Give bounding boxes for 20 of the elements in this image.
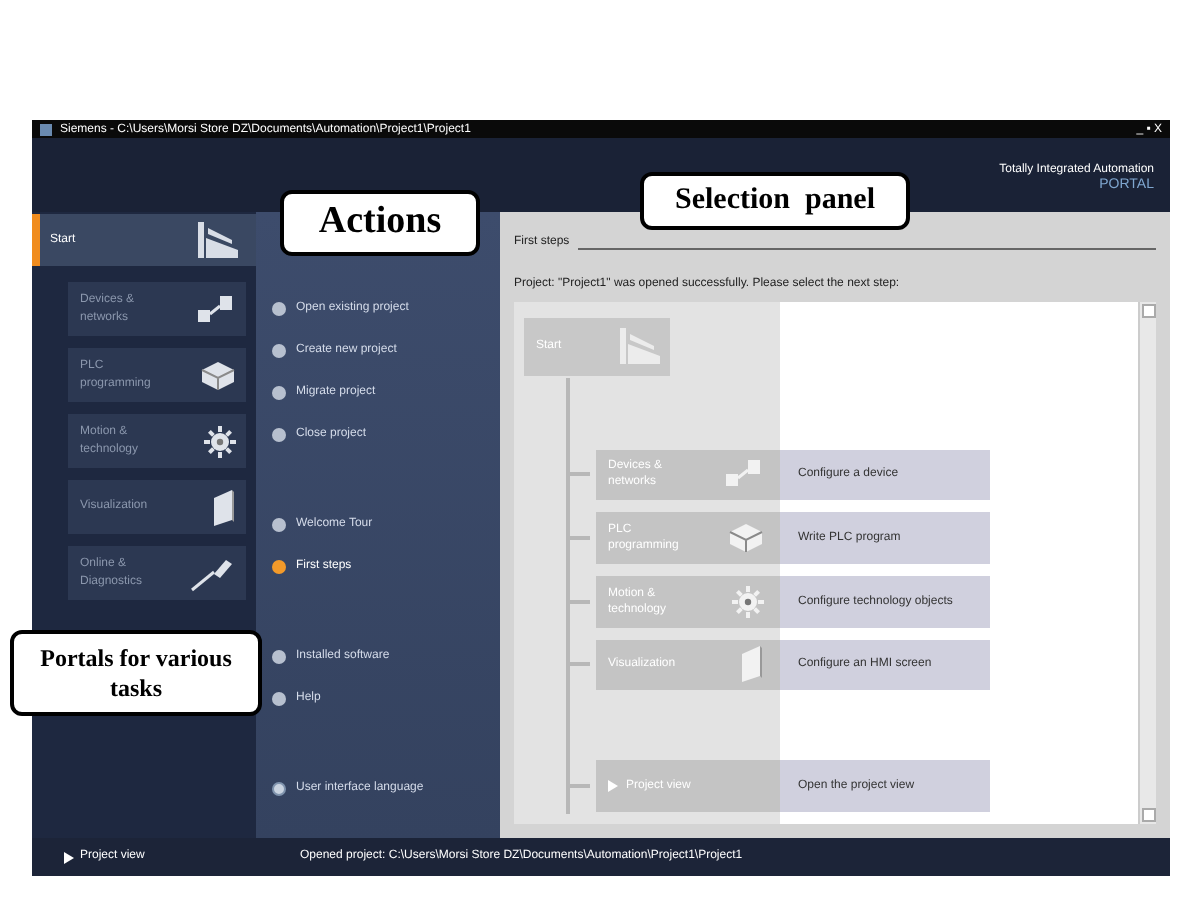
scrollbar[interactable] [1138, 302, 1156, 824]
scroll-down-icon[interactable] [1141, 808, 1155, 822]
scroll-up-icon[interactable] [1141, 304, 1155, 318]
callout-label: Actions [280, 190, 480, 256]
cube-icon [200, 359, 236, 391]
gear-icon [204, 425, 236, 457]
cube-icon [728, 522, 764, 555]
panel-icon [212, 487, 236, 527]
stairs-icon [196, 220, 240, 260]
stairs-icon [618, 326, 662, 367]
devices-icon [196, 293, 236, 325]
gear-icon [732, 585, 764, 618]
app-icon [40, 123, 52, 135]
panel-icon [740, 644, 764, 685]
devices-icon [724, 458, 764, 491]
callout-label: Selection panel [640, 172, 910, 230]
caret-icon [64, 851, 74, 863]
caret-icon [608, 780, 618, 793]
callout-label: Portals for various tasks [10, 630, 262, 716]
screwdriver-icon [188, 555, 236, 591]
